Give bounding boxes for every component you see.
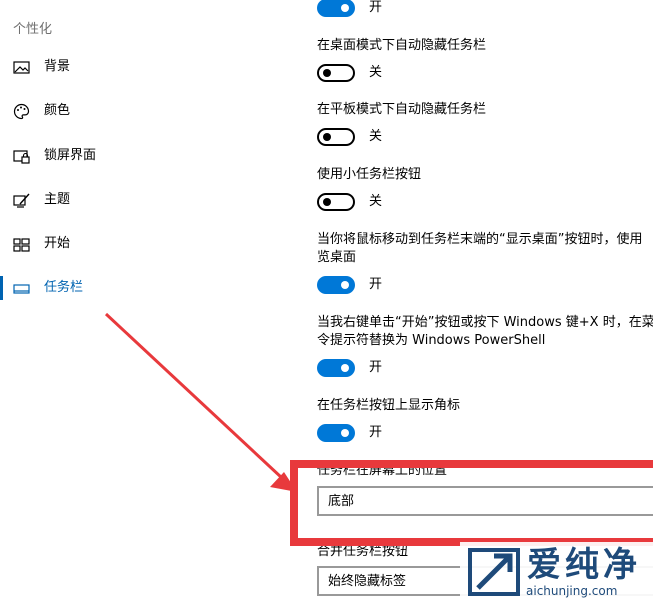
watermark-logo-icon [468, 548, 520, 596]
settings-window: 个性化 背景 颜色 锁屏界面 主题 开始 任务栏 开 在桌面模式下自动隐藏任务栏… [0, 0, 653, 602]
annotation-highlight-box [290, 460, 653, 546]
watermark-url: aichunjing.com [526, 584, 618, 598]
watermark: 爱纯净 aichunjing.com [460, 542, 653, 602]
watermark-text: 爱纯净 [527, 545, 641, 585]
